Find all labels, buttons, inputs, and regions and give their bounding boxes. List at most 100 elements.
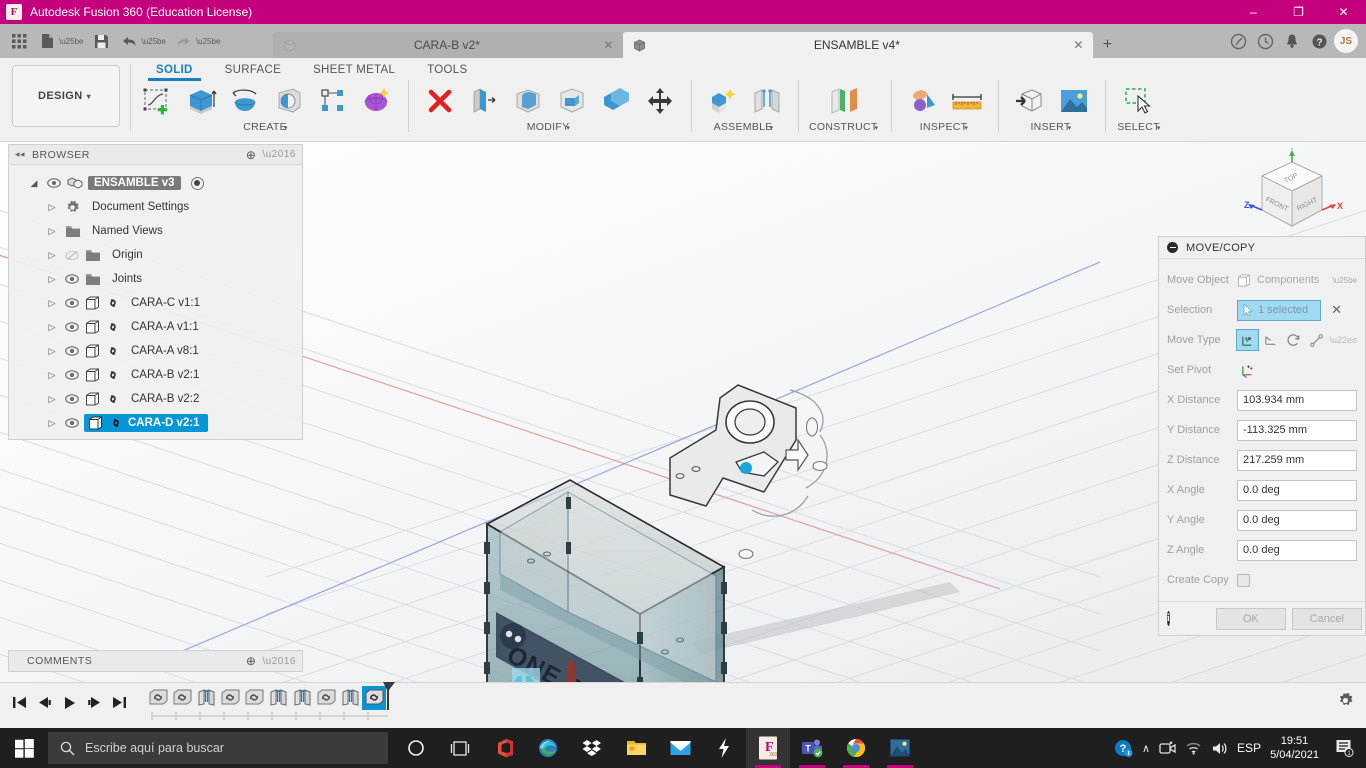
timeline-feature-5[interactable]: [266, 686, 290, 710]
expand-arrow-icon[interactable]: ▷: [45, 274, 59, 285]
cortana-icon[interactable]: [394, 728, 438, 768]
extrude-icon[interactable]: [180, 80, 222, 122]
visibility-eye-icon[interactable]: [64, 346, 79, 356]
skip-to-end-icon[interactable]: [108, 692, 130, 714]
shazam-icon[interactable]: [702, 728, 746, 768]
point-to-point-icon[interactable]: [1305, 329, 1328, 351]
timeline-feature-0[interactable]: [146, 686, 170, 710]
browser-resize-grip[interactable]: \u2016: [262, 149, 296, 160]
undo-icon[interactable]: [116, 28, 142, 54]
windows-start-icon[interactable]: [0, 728, 48, 768]
close-button[interactable]: ✕: [1321, 0, 1366, 24]
document-tab-ensamble[interactable]: ENSAMBLE v4* ✕: [623, 32, 1094, 58]
timeline-feature-7[interactable]: [314, 686, 338, 710]
ribbon-group-construct-label[interactable]: CONSTRUCT▾: [809, 121, 881, 133]
tree-item-document-settings[interactable]: ▷ Document Settings: [9, 195, 302, 219]
language-indicator[interactable]: ESP: [1237, 741, 1261, 755]
tree-item-cara-a-v1-1[interactable]: ▷ CARA-A v1:1: [9, 315, 302, 339]
timeline-feature-1[interactable]: [170, 686, 194, 710]
ok-button[interactable]: OK: [1215, 607, 1286, 630]
save-icon[interactable]: [88, 28, 114, 54]
ribbon-group-inspect-label[interactable]: INSPECT▾: [920, 121, 971, 133]
offset-plane-icon[interactable]: [820, 80, 870, 122]
pattern-icon[interactable]: [312, 80, 354, 122]
timeline-feature-4[interactable]: [242, 686, 266, 710]
document-tab-cara-b[interactable]: CARA-B v2* ✕: [273, 32, 624, 58]
form-icon[interactable]: [356, 80, 398, 122]
office-icon[interactable]: [482, 728, 526, 768]
delete-icon[interactable]: [419, 80, 461, 122]
expand-arrow-icon[interactable]: ◢: [27, 178, 41, 189]
fusion360-icon[interactable]: F 360: [746, 728, 790, 768]
timeline-feature-2[interactable]: [194, 686, 218, 710]
action-center-icon[interactable]: 1: [1328, 728, 1362, 768]
visibility-eye-off-icon[interactable]: [64, 250, 79, 261]
ribbon-group-select-label[interactable]: SELECT▾: [1117, 121, 1163, 133]
view-cube[interactable]: TOP FRONT RIGHT Y Z X: [1236, 143, 1348, 244]
z-angle-input[interactable]: 0.0 deg: [1237, 539, 1357, 561]
y-angle-input[interactable]: 0.0 deg: [1237, 509, 1357, 531]
ribbon-group-insert-label[interactable]: INSERT▾: [1030, 121, 1074, 133]
step-forward-icon[interactable]: [83, 692, 105, 714]
tree-item-cara-b-v2-1[interactable]: ▷ CARA-B v2:1: [9, 363, 302, 387]
selection-button[interactable]: 1 selected: [1237, 299, 1322, 321]
tree-item-cara-c-v1-1[interactable]: ▷ CARA-C v1:1: [9, 291, 302, 315]
visibility-eye-icon[interactable]: [64, 298, 79, 308]
x-angle-input[interactable]: 0.0 deg: [1237, 479, 1357, 501]
z-distance-input[interactable]: 217.259 mm: [1237, 449, 1357, 471]
visibility-eye-icon[interactable]: [64, 418, 79, 428]
expand-arrow-icon[interactable]: ▷: [45, 250, 59, 261]
revolve-icon[interactable]: [224, 80, 266, 122]
press-pull-icon[interactable]: [463, 80, 505, 122]
visibility-eye-icon[interactable]: [46, 178, 61, 188]
tree-item-origin[interactable]: ▷ Origin: [9, 243, 302, 267]
visibility-eye-icon[interactable]: [64, 370, 79, 380]
move-type-more-icon[interactable]: \u22ee: [1329, 335, 1357, 345]
chrome-icon[interactable]: [834, 728, 878, 768]
skip-to-start-icon[interactable]: [8, 692, 30, 714]
chevron-down-icon[interactable]: \u25be: [1333, 276, 1357, 285]
show-hidden-icons-chevron[interactable]: ∧: [1142, 742, 1150, 755]
edge-icon[interactable]: [526, 728, 570, 768]
new-file-icon[interactable]: [34, 28, 60, 54]
tab-surface[interactable]: SURFACE: [209, 58, 297, 81]
recording-icon[interactable]: [1159, 741, 1176, 755]
file-explorer-icon[interactable]: [614, 728, 658, 768]
visibility-eye-icon[interactable]: [64, 322, 79, 332]
interference-icon[interactable]: [902, 80, 944, 122]
redo-caret-icon[interactable]: \u25be: [196, 37, 220, 46]
photos-icon[interactable]: [878, 728, 922, 768]
tree-item-joints[interactable]: ▷ Joints: [9, 267, 302, 291]
info-icon[interactable]: i: [1167, 611, 1170, 626]
collapse-icon[interactable]: ◂◂: [15, 149, 25, 160]
comments-add-icon[interactable]: ⊕: [246, 654, 257, 668]
canvas-icon[interactable]: [1053, 80, 1095, 122]
tab-solid[interactable]: SOLID: [140, 58, 209, 81]
workspace-selector[interactable]: DESIGN ▾: [12, 65, 120, 127]
taskbar-clock[interactable]: 19:51 5/04/2021: [1270, 734, 1319, 762]
collapse-panel-icon[interactable]: [1167, 242, 1178, 253]
wifi-icon[interactable]: [1185, 741, 1202, 755]
comments-resize-grip[interactable]: \u2016: [262, 656, 296, 667]
document-tab-close-icon[interactable]: ✕: [603, 38, 613, 52]
translate-icon[interactable]: [1259, 329, 1282, 351]
timeline-feature-6[interactable]: [290, 686, 314, 710]
x-distance-input[interactable]: 103.934 mm: [1237, 389, 1357, 411]
tab-sheet-metal[interactable]: SHEET METAL: [297, 58, 411, 81]
grid-apps-icon[interactable]: [6, 28, 32, 54]
y-distance-input[interactable]: -113.325 mm: [1237, 419, 1357, 441]
measure-icon[interactable]: [946, 80, 988, 122]
cancel-button[interactable]: Cancel: [1291, 607, 1362, 630]
expand-arrow-icon[interactable]: ▷: [45, 418, 59, 429]
browser-add-icon[interactable]: ⊕: [246, 148, 257, 162]
new-component-icon[interactable]: [702, 80, 744, 122]
undo-caret-icon[interactable]: \u25be: [141, 37, 165, 46]
select-window-icon[interactable]: [1116, 80, 1164, 122]
shell-icon[interactable]: [551, 80, 593, 122]
fillet-icon[interactable]: [507, 80, 549, 122]
comments-panel[interactable]: COMMENTS ⊕ \u2016: [8, 650, 303, 672]
task-view-icon[interactable]: [438, 728, 482, 768]
maximize-button[interactable]: ❐: [1276, 0, 1321, 24]
dropbox-icon[interactable]: [570, 728, 614, 768]
ribbon-group-create-label[interactable]: CREATE▾: [243, 121, 290, 133]
